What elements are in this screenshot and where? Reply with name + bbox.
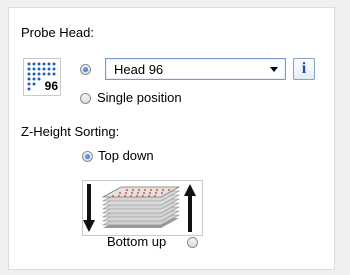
options-panel: Probe Head: 96 Head 96 i Single position…	[8, 7, 335, 270]
info-icon: i	[301, 60, 307, 77]
head-select-value: Head 96	[114, 62, 164, 77]
z-height-sorting-label: Z-Height Sorting:	[21, 124, 120, 139]
info-button[interactable]: i	[293, 58, 315, 80]
plate-stack-icon	[83, 184, 196, 232]
single-position-label[interactable]: Single position	[97, 90, 182, 105]
head-radio[interactable]	[80, 64, 91, 75]
chevron-down-icon	[270, 67, 278, 72]
plate-stack-illustration	[82, 180, 203, 236]
probe-head-label: Probe Head:	[21, 25, 94, 40]
top-down-radio[interactable]	[82, 151, 93, 162]
head-select[interactable]: Head 96	[105, 58, 286, 80]
down-arrow-icon	[83, 184, 95, 232]
bottom-up-label[interactable]: Bottom up	[107, 234, 166, 249]
probe-head-count: 96	[44, 79, 58, 93]
up-arrow-icon	[184, 184, 196, 232]
probe-head-96-grid-icon: 96	[23, 58, 61, 96]
top-down-label[interactable]: Top down	[98, 148, 154, 163]
plate-stack	[101, 186, 181, 228]
single-position-radio[interactable]	[80, 93, 91, 104]
bottom-up-radio[interactable]	[187, 237, 198, 248]
